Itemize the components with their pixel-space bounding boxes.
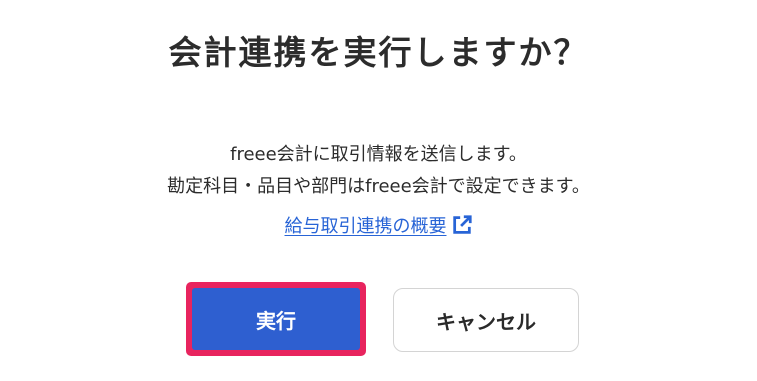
dialog-message: freee会計に取引情報を送信します。 勘定科目・品目や部門はfreee会計で設… [0,139,757,203]
message-line-1: freee会計に取引情報を送信します。 [230,144,527,165]
overview-link[interactable]: 給与取引連携の概要 [285,216,447,237]
message-line-2: 勘定科目・品目や部門はfreee会計で設定できます。 [167,176,590,197]
execute-button[interactable]: 実行 [192,288,360,350]
overview-link-label: 給与取引連携の概要 [284,216,447,237]
confirm-dialog: 会計連携を実行しますか？ freee会計に取引情報を送信します。 勘定科目・品目… [0,0,757,381]
dialog-title: 会計連携を実行しますか？ [168,33,589,72]
cancel-button[interactable]: キャンセル [393,288,579,352]
external-link-icon[interactable] [451,214,473,236]
link-row: 給与取引連携の概要 [0,212,757,242]
